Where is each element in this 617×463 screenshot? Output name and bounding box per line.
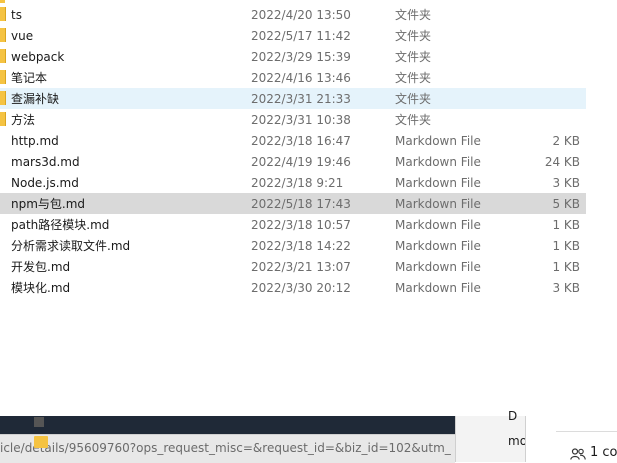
file-type: 文件夹 bbox=[395, 8, 432, 22]
people-icon bbox=[570, 448, 586, 460]
file-name: 分析需求读取文件.md bbox=[11, 239, 131, 253]
file-row[interactable]: http.md 2022/3/18 16:47 Markdown File 2 KB bbox=[0, 130, 586, 151]
file-date-modified: 2022/3/18 9:21 bbox=[251, 176, 344, 190]
file-name: npm与包.md bbox=[11, 197, 86, 211]
file-name: ts bbox=[11, 8, 22, 22]
file-row[interactable]: Node.js.md 2022/3/18 9:21 Markdown File 3 K… bbox=[0, 172, 586, 193]
file-date-modified: 2022/3/31 10:38 bbox=[251, 113, 351, 127]
file-size: 1 KB bbox=[552, 218, 580, 232]
file-date-modified: 2022/3/30 20:12 bbox=[251, 281, 351, 295]
file-type: Markdown File bbox=[395, 155, 481, 169]
folder-icon-partial bbox=[0, 0, 5, 3]
file-list: ts 2022/4/20 13:50 文件夹 vue 2022/5/17 11:42 文件… bbox=[0, 4, 586, 298]
file-row[interactable]: webpack 2022/3/29 15:39 文件夹 bbox=[0, 46, 586, 67]
file-size: 2 KB bbox=[552, 134, 580, 148]
file-row[interactable]: path路径模块.md 2022/3/18 10:57 Markdown File 1… bbox=[0, 214, 586, 235]
file-type: Markdown File bbox=[395, 218, 481, 232]
file-type: 文件夹 bbox=[395, 113, 432, 127]
folder-icon bbox=[0, 91, 6, 105]
file-size: 24 KB bbox=[544, 155, 580, 169]
file-name: webpack bbox=[11, 50, 65, 64]
folder-icon bbox=[0, 49, 6, 63]
file-type: Markdown File bbox=[395, 134, 481, 148]
file-row[interactable]: 笔记本 2022/4/16 13:46 文件夹 bbox=[0, 67, 586, 88]
divider bbox=[556, 431, 617, 432]
file-size: 1 KB bbox=[552, 239, 580, 253]
file-type: Markdown File bbox=[395, 239, 481, 253]
file-row[interactable]: 查漏补缺 2022/3/31 21:33 文件夹 bbox=[0, 88, 586, 109]
file-date-modified: 2022/4/19 19:46 bbox=[251, 155, 351, 169]
folder-icon bbox=[0, 70, 6, 84]
file-name: path路径模块.md bbox=[11, 218, 110, 232]
file-name: mars3d.md bbox=[11, 155, 80, 169]
file-type: 文件夹 bbox=[395, 71, 432, 85]
file-date-modified: 2022/5/18 17:43 bbox=[251, 197, 351, 211]
file-size: 3 KB bbox=[552, 281, 580, 295]
file-date-modified: 2022/3/21 13:07 bbox=[251, 260, 351, 274]
file-row[interactable]: npm与包.md 2022/5/18 17:43 Markdown File 5 KB bbox=[0, 193, 586, 214]
file-row[interactable]: 分析需求读取文件.md 2022/3/18 14:22 Markdown File 1… bbox=[0, 235, 586, 256]
file-date-modified: 2022/3/18 14:22 bbox=[251, 239, 351, 253]
file-name: Node.js.md bbox=[11, 176, 79, 190]
file-type: Markdown File bbox=[395, 176, 481, 190]
folder-icon bbox=[34, 436, 48, 448]
file-type: 文件夹 bbox=[395, 50, 432, 64]
file-name: 查漏补缺 bbox=[11, 92, 60, 106]
comments-count[interactable]: 1 co bbox=[590, 445, 617, 460]
file-size: 1 KB bbox=[552, 260, 580, 274]
file-name: vue bbox=[11, 29, 34, 43]
file-type: 文件夹 bbox=[395, 92, 432, 106]
file-type: 文件夹 bbox=[395, 29, 432, 43]
file-row[interactable]: 方法 2022/3/31 10:38 文件夹 bbox=[0, 109, 586, 130]
folder-icon bbox=[0, 112, 6, 126]
folder-icon bbox=[0, 7, 6, 21]
file-date-modified: 2022/3/31 21:33 bbox=[251, 92, 351, 106]
file-type: Markdown File bbox=[395, 281, 481, 295]
file-size: 5 KB bbox=[552, 197, 580, 211]
file-name: 模块化.md bbox=[11, 281, 71, 295]
file-name: 开发包.md bbox=[11, 260, 71, 274]
file-name: 方法 bbox=[11, 113, 36, 127]
status-url-strip: icle/details/95609760?ops_request_misc=&… bbox=[0, 434, 455, 463]
file-date-modified: 2022/4/20 13:50 bbox=[251, 8, 351, 22]
file-row[interactable]: 模块化.md 2022/3/30 20:12 Markdown File 3 KB bbox=[0, 277, 586, 298]
file-row[interactable]: vue 2022/5/17 11:42 文件夹 bbox=[0, 25, 586, 46]
file-date-modified: 2022/5/17 11:42 bbox=[251, 29, 351, 43]
file-name: 笔记本 bbox=[11, 71, 48, 85]
status-url: icle/details/95609760?ops_request_misc=&… bbox=[0, 441, 451, 455]
file-row[interactable]: ts 2022/4/20 13:50 文件夹 bbox=[0, 4, 586, 25]
file-date-modified: 2022/4/16 13:46 bbox=[251, 71, 351, 85]
file-type: Markdown File bbox=[395, 197, 481, 211]
file-name: http.md bbox=[11, 134, 59, 148]
file-row[interactable]: mars3d.md 2022/4/19 19:46 Markdown File 24 … bbox=[0, 151, 586, 172]
file-row[interactable]: 开发包.md 2022/3/21 13:07 Markdown File 1 KB bbox=[0, 256, 586, 277]
mini-panel-item-label[interactable]: D bbox=[508, 409, 517, 423]
drive-icon bbox=[34, 417, 44, 427]
file-type: Markdown File bbox=[395, 260, 481, 274]
file-date-modified: 2022/3/18 10:57 bbox=[251, 218, 351, 232]
file-date-modified: 2022/3/18 16:47 bbox=[251, 134, 351, 148]
file-size: 3 KB bbox=[552, 176, 580, 190]
folder-icon bbox=[0, 28, 6, 42]
file-date-modified: 2022/3/29 15:39 bbox=[251, 50, 351, 64]
